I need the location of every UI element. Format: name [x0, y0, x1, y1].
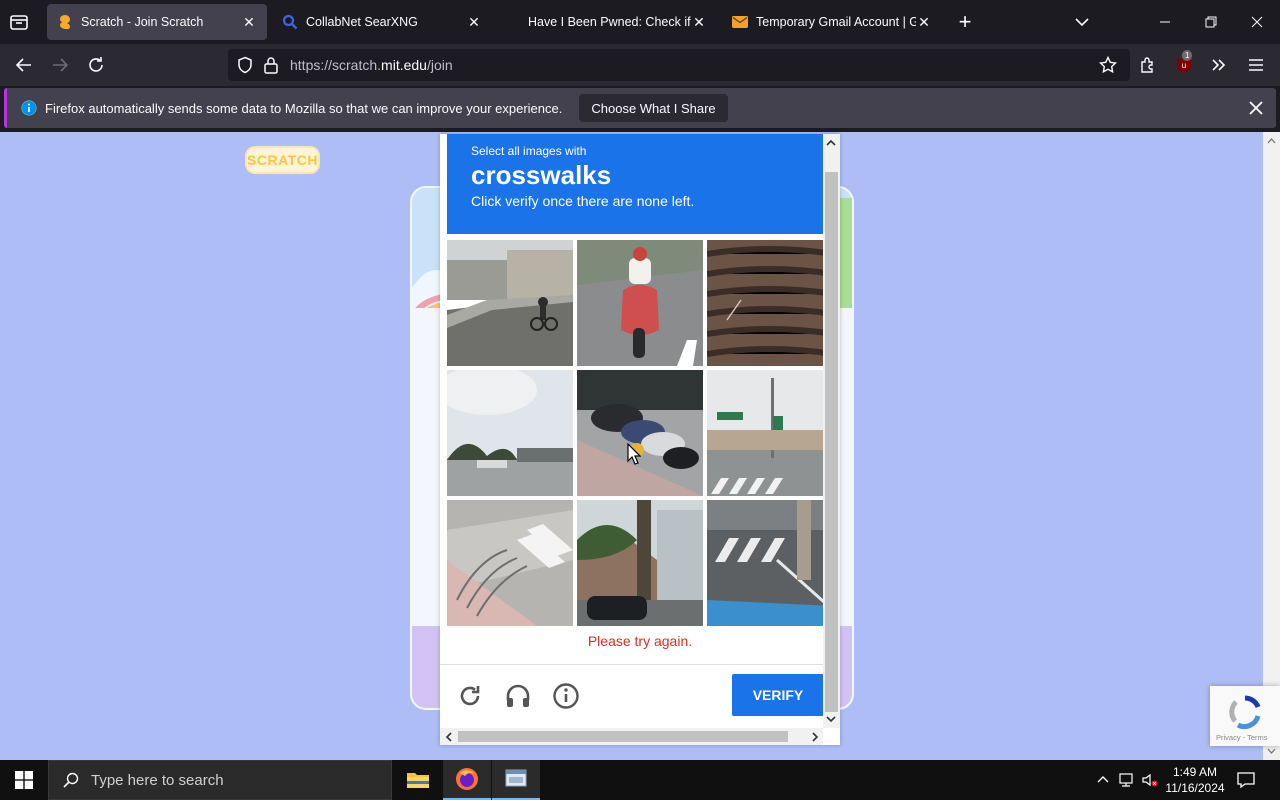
telemetry-notification-bar: Firefox automatically sends some data to… [4, 88, 1276, 128]
search-icon [63, 772, 79, 788]
challenge-vertical-scrollbar[interactable] [823, 134, 840, 728]
recaptcha-badge[interactable]: Privacy - Terms [1210, 686, 1280, 746]
scratch-favicon-icon [57, 14, 73, 30]
scroll-up-arrow-icon[interactable] [824, 136, 838, 150]
tab-hibp[interactable]: Have I Been Pwned: Check if yo ✕ [497, 4, 717, 40]
divider [440, 664, 823, 665]
privacy-terms-links[interactable]: Privacy - Terms [1216, 733, 1268, 742]
tile-wooden-stairs[interactable] [707, 240, 833, 366]
tile-red-scooter-rider[interactable] [577, 240, 703, 366]
new-tab-plus-icon[interactable]: + [954, 11, 976, 33]
recaptcha-challenge: Select all images with crosswalks Click … [440, 134, 840, 745]
tab-strip: Scratch - Join Scratch ✕ CollabNet SearX… [0, 0, 1280, 44]
taskbar-search-box[interactable]: Type here to search [48, 760, 392, 800]
choose-what-i-share-button[interactable]: Choose What I Share [579, 94, 728, 122]
audio-challenge-headphones-icon[interactable] [504, 682, 532, 710]
challenge-target: crosswalks [471, 160, 612, 190]
scroll-right-arrow-icon[interactable] [808, 730, 822, 744]
tab-temp-gmail[interactable]: Temporary Gmail Account | Gm ✕ [722, 4, 942, 40]
close-icon[interactable] [1248, 100, 1264, 116]
mouse-cursor-icon [627, 443, 641, 465]
tile-sky-parking-lot[interactable] [447, 370, 573, 496]
clock-date: 11/16/2024 [1165, 781, 1225, 795]
notification-center-icon[interactable] [1236, 770, 1258, 790]
tab-searxng[interactable]: CollabNet SearXNG ✕ [272, 4, 492, 40]
lock-icon[interactable] [263, 56, 279, 79]
search-placeholder: Type here to search [91, 771, 224, 789]
windows-start-icon[interactable] [0, 760, 48, 800]
tab-title: Scratch - Join Scratch [81, 15, 204, 29]
tile-road-crosswalk[interactable] [707, 500, 833, 626]
tab-title: Have I Been Pwned: Check if yo [528, 15, 691, 29]
app-window-taskbar-icon[interactable] [492, 760, 540, 800]
instruction-prefix: Select all images with [471, 144, 587, 158]
info-icon [21, 100, 37, 116]
reload-icon[interactable] [85, 54, 107, 76]
verify-button[interactable]: VERIFY [732, 674, 824, 716]
scroll-down-arrow-icon[interactable] [824, 712, 838, 726]
system-clock[interactable]: 1:49 AM 11/16/2024 [1160, 764, 1230, 796]
image-grid [447, 240, 833, 626]
close-tab-icon[interactable]: ✕ [691, 14, 707, 30]
tile-intersection-crosswalk[interactable] [707, 370, 833, 496]
page-scrollbar[interactable] [1263, 132, 1280, 760]
bookmark-star-icon[interactable] [1098, 55, 1118, 79]
url-text: https://scratch.mit.edu/join [290, 57, 453, 73]
network-icon[interactable] [1117, 770, 1137, 790]
hamburger-menu-icon[interactable] [1245, 54, 1267, 76]
overflow-chevrons-icon[interactable] [1208, 54, 1230, 76]
scratch-logo[interactable]: SCRATCH [245, 146, 320, 174]
tile-bike-rack-crosswalk[interactable] [447, 500, 573, 626]
close-tab-icon[interactable]: ✕ [916, 14, 932, 30]
instruction-suffix: Click verify once there are none left. [471, 193, 695, 209]
tile-street-cyclist[interactable] [447, 240, 573, 366]
search-favicon-icon [282, 14, 298, 30]
restore-icon[interactable] [1201, 12, 1221, 32]
minimize-icon[interactable] [1155, 12, 1175, 32]
scroll-thumb[interactable] [825, 172, 838, 712]
tab-scratch[interactable]: Scratch - Join Scratch ✕ [47, 4, 267, 40]
scroll-thumb[interactable] [458, 731, 788, 742]
file-explorer-icon[interactable] [394, 760, 442, 800]
tab-title: Temporary Gmail Account | Gm [756, 15, 916, 29]
error-message: Please try again. [587, 633, 693, 649]
firefox-view-icon[interactable] [8, 11, 30, 33]
volume-muted-icon[interactable] [1140, 770, 1160, 790]
notification-message: Firefox automatically sends some data to… [45, 100, 563, 116]
back-arrow-icon[interactable] [13, 54, 35, 76]
tab-title: CollabNet SearXNG [306, 15, 418, 29]
info-help-icon[interactable] [552, 682, 580, 710]
close-tab-icon[interactable]: ✕ [241, 14, 257, 30]
windows-taskbar: Type here to search 1:49 AM 11/16/2024 [0, 760, 1280, 800]
svg-text:u: u [1182, 61, 1186, 70]
firefox-taskbar-icon[interactable] [443, 760, 491, 800]
extensions-puzzle-icon[interactable] [1137, 54, 1159, 76]
mail-favicon-icon [732, 14, 748, 30]
clock-time: 1:49 AM [1172, 765, 1218, 779]
address-bar[interactable]: https://scratch.mit.edu/join [228, 49, 1130, 81]
reload-challenge-icon[interactable] [456, 682, 484, 710]
close-tab-icon[interactable]: ✕ [466, 14, 482, 30]
recaptcha-logo-icon [1229, 695, 1261, 730]
close-window-icon[interactable] [1247, 12, 1267, 32]
scroll-left-arrow-icon[interactable] [442, 730, 456, 744]
tile-house-trees-car[interactable] [577, 500, 703, 626]
tile-parked-motorcycles[interactable] [577, 370, 703, 496]
chevron-up-icon[interactable] [1093, 770, 1113, 790]
challenge-horizontal-scrollbar[interactable] [440, 728, 823, 745]
tracking-shield-icon[interactable] [236, 56, 254, 79]
navigation-toolbar: https://scratch.mit.edu/join u [0, 44, 1280, 86]
forward-arrow-icon[interactable] [49, 54, 71, 76]
chevron-down-icon[interactable] [1072, 12, 1092, 32]
challenge-header: Select all images with crosswalks Click … [447, 134, 823, 234]
